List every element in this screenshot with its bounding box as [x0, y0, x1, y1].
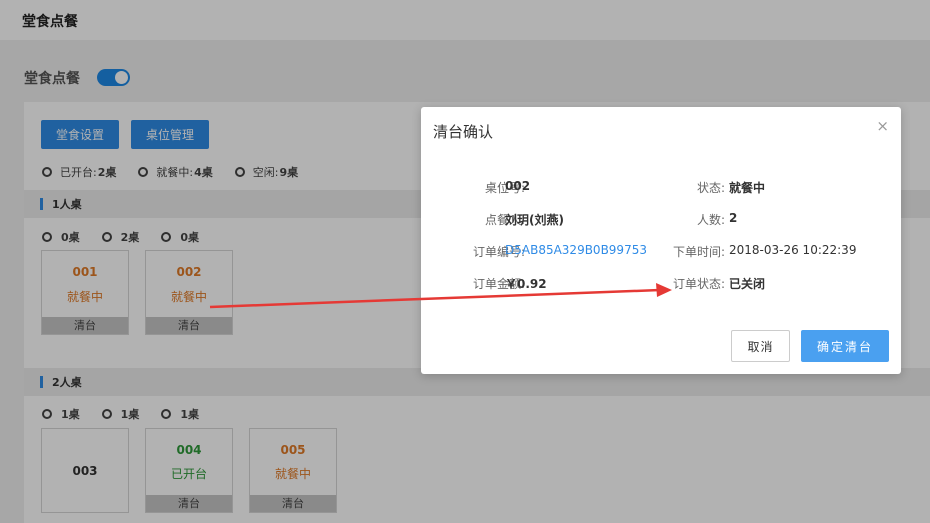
confirm-clear-button[interactable]: 确定清台: [801, 330, 889, 362]
amount-value: ￥0.92: [505, 277, 547, 291]
people-value: 2: [729, 211, 738, 225]
orderer-value: 刘玥(刘燕): [505, 213, 564, 227]
dialog-title: 清台确认: [433, 123, 494, 141]
table-no-value: 002: [505, 179, 531, 193]
clear-table-dialog: 清台确认 × 桌位号: 002 状态: 就餐中 点餐人: 刘玥(刘燕) 人数: …: [421, 107, 901, 374]
order-status-value: 已关闭: [729, 277, 766, 291]
order-no-link[interactable]: D5AB85A329B0B99753: [505, 243, 647, 257]
status-value: 就餐中: [729, 181, 766, 195]
cancel-button[interactable]: 取消: [731, 330, 790, 362]
people-label: 人数:: [696, 213, 725, 227]
status-label: 状态:: [696, 181, 725, 195]
order-time-label: 下单时间:: [672, 245, 725, 259]
close-icon[interactable]: ×: [876, 117, 889, 135]
order-status-label: 订单状态:: [672, 277, 725, 291]
order-time-value: 2018-03-26 10:22:39: [729, 243, 857, 257]
